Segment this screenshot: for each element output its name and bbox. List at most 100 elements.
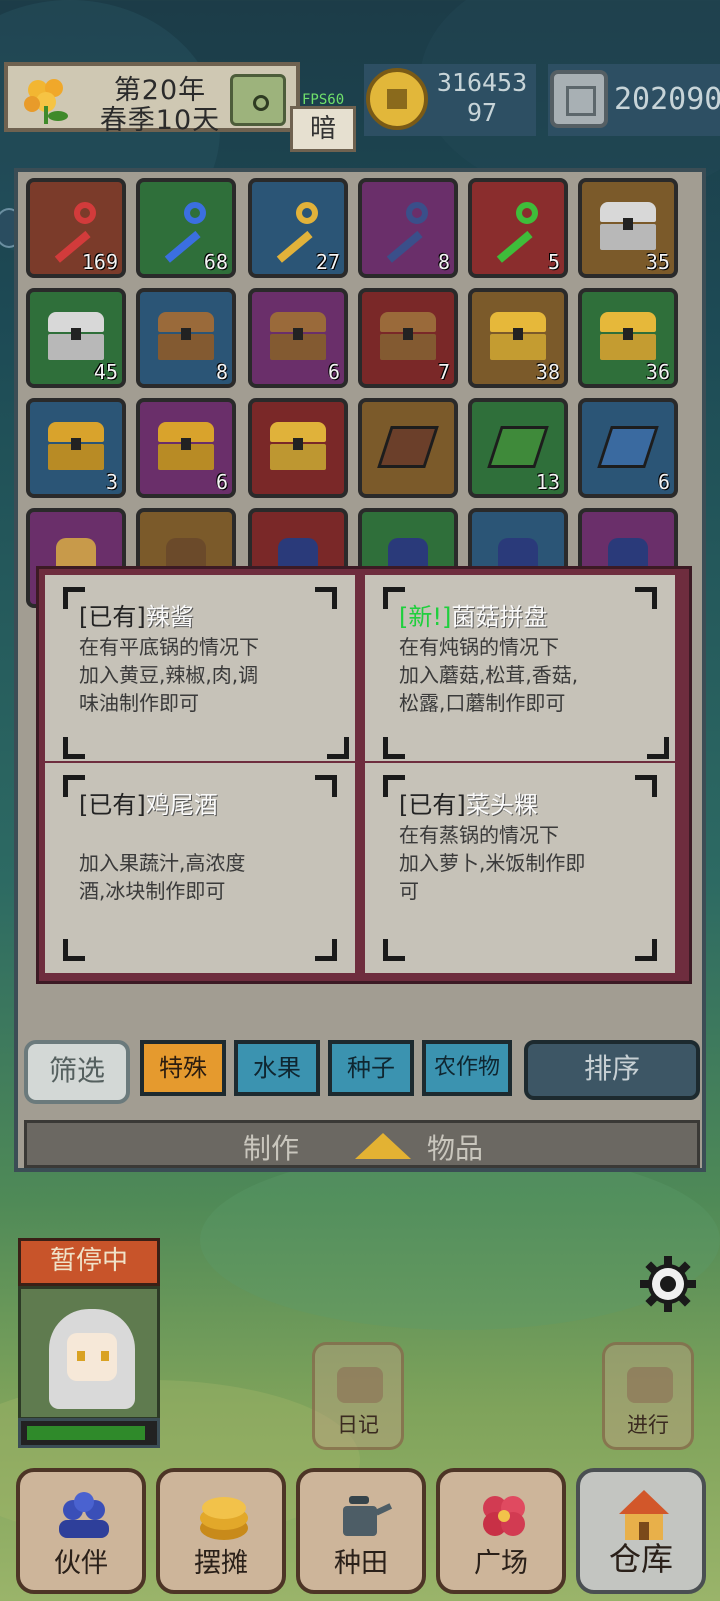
dark-mode-button[interactable]: 暗 — [290, 106, 356, 152]
blue-book-icon — [597, 422, 659, 472]
nav-stall[interactable]: 摆摊 — [156, 1468, 286, 1594]
partners-icon — [59, 1492, 109, 1538]
tab-fruit[interactable]: 水果 — [234, 1040, 320, 1096]
inventory-slot[interactable]: 36 — [578, 288, 678, 388]
inventory-slot[interactable]: 45 — [26, 288, 126, 388]
recipe-description: 在有炖锅的情况下 加入蘑菇,松茸,香菇, 松露,口蘑制作即可 — [399, 635, 579, 715]
item-count: 8 — [437, 250, 450, 274]
tab-special[interactable]: 特殊 — [140, 1040, 226, 1096]
proceed-label: 进行 — [627, 1413, 669, 1437]
nav-label: 仓库 — [608, 1540, 673, 1578]
wooden-chest-icon — [270, 312, 326, 362]
craft-label: 制作 — [243, 1132, 300, 1165]
recipe-status-tag: [已有] — [79, 603, 146, 631]
item-count: 8 — [215, 360, 228, 384]
red-key-icon — [48, 202, 104, 263]
recipe-description: 在有平底锅的情况下 加入黄豆,辣椒,肉,调 味油制作即可 — [79, 635, 259, 715]
corner-bracket — [635, 939, 657, 961]
tab-crop[interactable]: 农作物 — [422, 1040, 512, 1096]
paused-badge: 暂停中 — [18, 1238, 160, 1286]
filter-button[interactable]: 筛选 — [24, 1040, 130, 1104]
date-panel: 第20年 春季10天 — [4, 62, 300, 136]
wooden-chest-icon — [380, 312, 436, 362]
wooden-chest-icon — [158, 312, 214, 362]
item-count: 13 — [535, 470, 560, 494]
item-count: 6 — [327, 360, 340, 384]
inventory-slot[interactable]: 7 — [358, 288, 458, 388]
green-book-icon — [487, 422, 549, 472]
recipe-name: 菌菇拼盘 — [451, 603, 548, 631]
sort-button[interactable]: 排序 — [524, 1040, 700, 1100]
nav-label: 摆摊 — [194, 1548, 248, 1579]
inventory-slot[interactable]: 6 — [578, 398, 678, 498]
diary-button[interactable]: 日记 — [312, 1342, 404, 1450]
inventory-slot[interactable]: 6 — [248, 288, 348, 388]
inventory-slot[interactable] — [248, 398, 348, 498]
inventory-slot[interactable]: 8 — [136, 288, 236, 388]
nav-warehouse[interactable]: 仓库 — [576, 1468, 706, 1594]
inventory-slot[interactable]: 3 — [26, 398, 126, 498]
recipe-title: [已有]辣酱 — [79, 597, 194, 632]
inventory-slot[interactable]: 38 — [468, 288, 568, 388]
item-count: 45 — [93, 360, 118, 384]
item-count: 68 — [203, 250, 228, 274]
craft-toggle-bar[interactable]: 制作 物品 — [24, 1120, 700, 1168]
inventory-slot[interactable]: 68 — [136, 178, 236, 278]
item-count: 7 — [437, 360, 450, 384]
corner-bracket — [315, 939, 337, 961]
royal-chest-icon — [270, 422, 326, 472]
inventory-slot[interactable] — [358, 398, 458, 498]
corner-bracket — [635, 775, 657, 797]
nav-label: 伙伴 — [54, 1548, 108, 1579]
corner-bracket — [315, 587, 337, 609]
fast-forward-icon — [627, 1367, 673, 1403]
diary-label: 日记 — [337, 1413, 379, 1437]
recipe-card[interactable]: [已有]鸡尾酒 加入果蔬汁,高浓度 酒,冰块制作即可 — [45, 763, 355, 973]
corner-bracket — [383, 939, 405, 961]
inventory-slot[interactable]: 27 — [248, 178, 348, 278]
inventory-slot[interactable]: 169 — [26, 178, 126, 278]
treasure-chest-icon — [48, 422, 104, 472]
inventory-slot[interactable]: 6 — [136, 398, 236, 498]
item-count: 38 — [535, 360, 560, 384]
corner-bracket — [315, 775, 337, 797]
inventory-slot[interactable]: 8 — [358, 178, 458, 278]
tab-seed[interactable]: 种子 — [328, 1040, 414, 1096]
nav-partners[interactable]: 伙伴 — [16, 1468, 146, 1594]
coin-amount-line1: 316453 — [436, 68, 528, 97]
item-count: 3 — [105, 470, 118, 494]
recipe-description: 加入果蔬汁,高浓度 酒,冰块制作即可 — [79, 851, 246, 903]
proceed-button[interactable]: 进行 — [602, 1342, 694, 1450]
season-day-label: 春季10天 — [99, 105, 221, 136]
nav-plaza[interactable]: 广场 — [436, 1468, 566, 1594]
recipe-name: 辣酱 — [145, 603, 194, 631]
recipe-status-tag: [已有] — [399, 791, 466, 819]
silver-block-icon — [550, 70, 608, 128]
recipe-card[interactable]: [新!]菌菇拼盘 在有炖锅的情况下 加入蘑菇,松茸,香菇, 松露,口蘑制作即可 — [365, 575, 675, 761]
recipe-name: 鸡尾酒 — [145, 791, 218, 819]
coin-counter: 316453 97 — [364, 64, 536, 136]
silver-chest-icon — [48, 312, 104, 362]
inventory-slot[interactable]: 5 — [468, 178, 568, 278]
settings-gear-icon[interactable] — [638, 1254, 698, 1314]
recipe-card[interactable]: [已有]菜头粿 在有蒸锅的情况下 加入萝卜,米饭制作即 可 — [365, 763, 675, 973]
corner-bracket — [635, 587, 657, 609]
recipe-popup[interactable]: [已有]辣酱 在有平底锅的情况下 加入黄豆,辣椒,肉,调 味油制作即可 [新!]… — [36, 566, 692, 984]
item-count: 27 — [315, 250, 340, 274]
inventory-slot[interactable]: 35 — [578, 178, 678, 278]
items-label: 物品 — [427, 1132, 484, 1165]
character-eye — [77, 1351, 85, 1361]
dark-key-icon — [380, 202, 436, 263]
character-portrait[interactable] — [18, 1286, 160, 1420]
recipe-card[interactable]: [已有]辣酱 在有平底锅的情况下 加入黄豆,辣椒,肉,调 味油制作即可 — [45, 575, 355, 761]
corner-bracket — [383, 737, 405, 759]
character-eye — [101, 1351, 109, 1361]
corner-bracket — [63, 939, 85, 961]
time-toggle-button[interactable] — [230, 74, 286, 126]
corner-bracket — [63, 737, 85, 759]
nav-farm[interactable]: 种田 — [296, 1468, 426, 1594]
silver-counter: 202090 — [548, 64, 720, 136]
corner-bracket — [647, 737, 669, 759]
flower-icon — [24, 79, 68, 124]
inventory-slot[interactable]: 13 — [468, 398, 568, 498]
